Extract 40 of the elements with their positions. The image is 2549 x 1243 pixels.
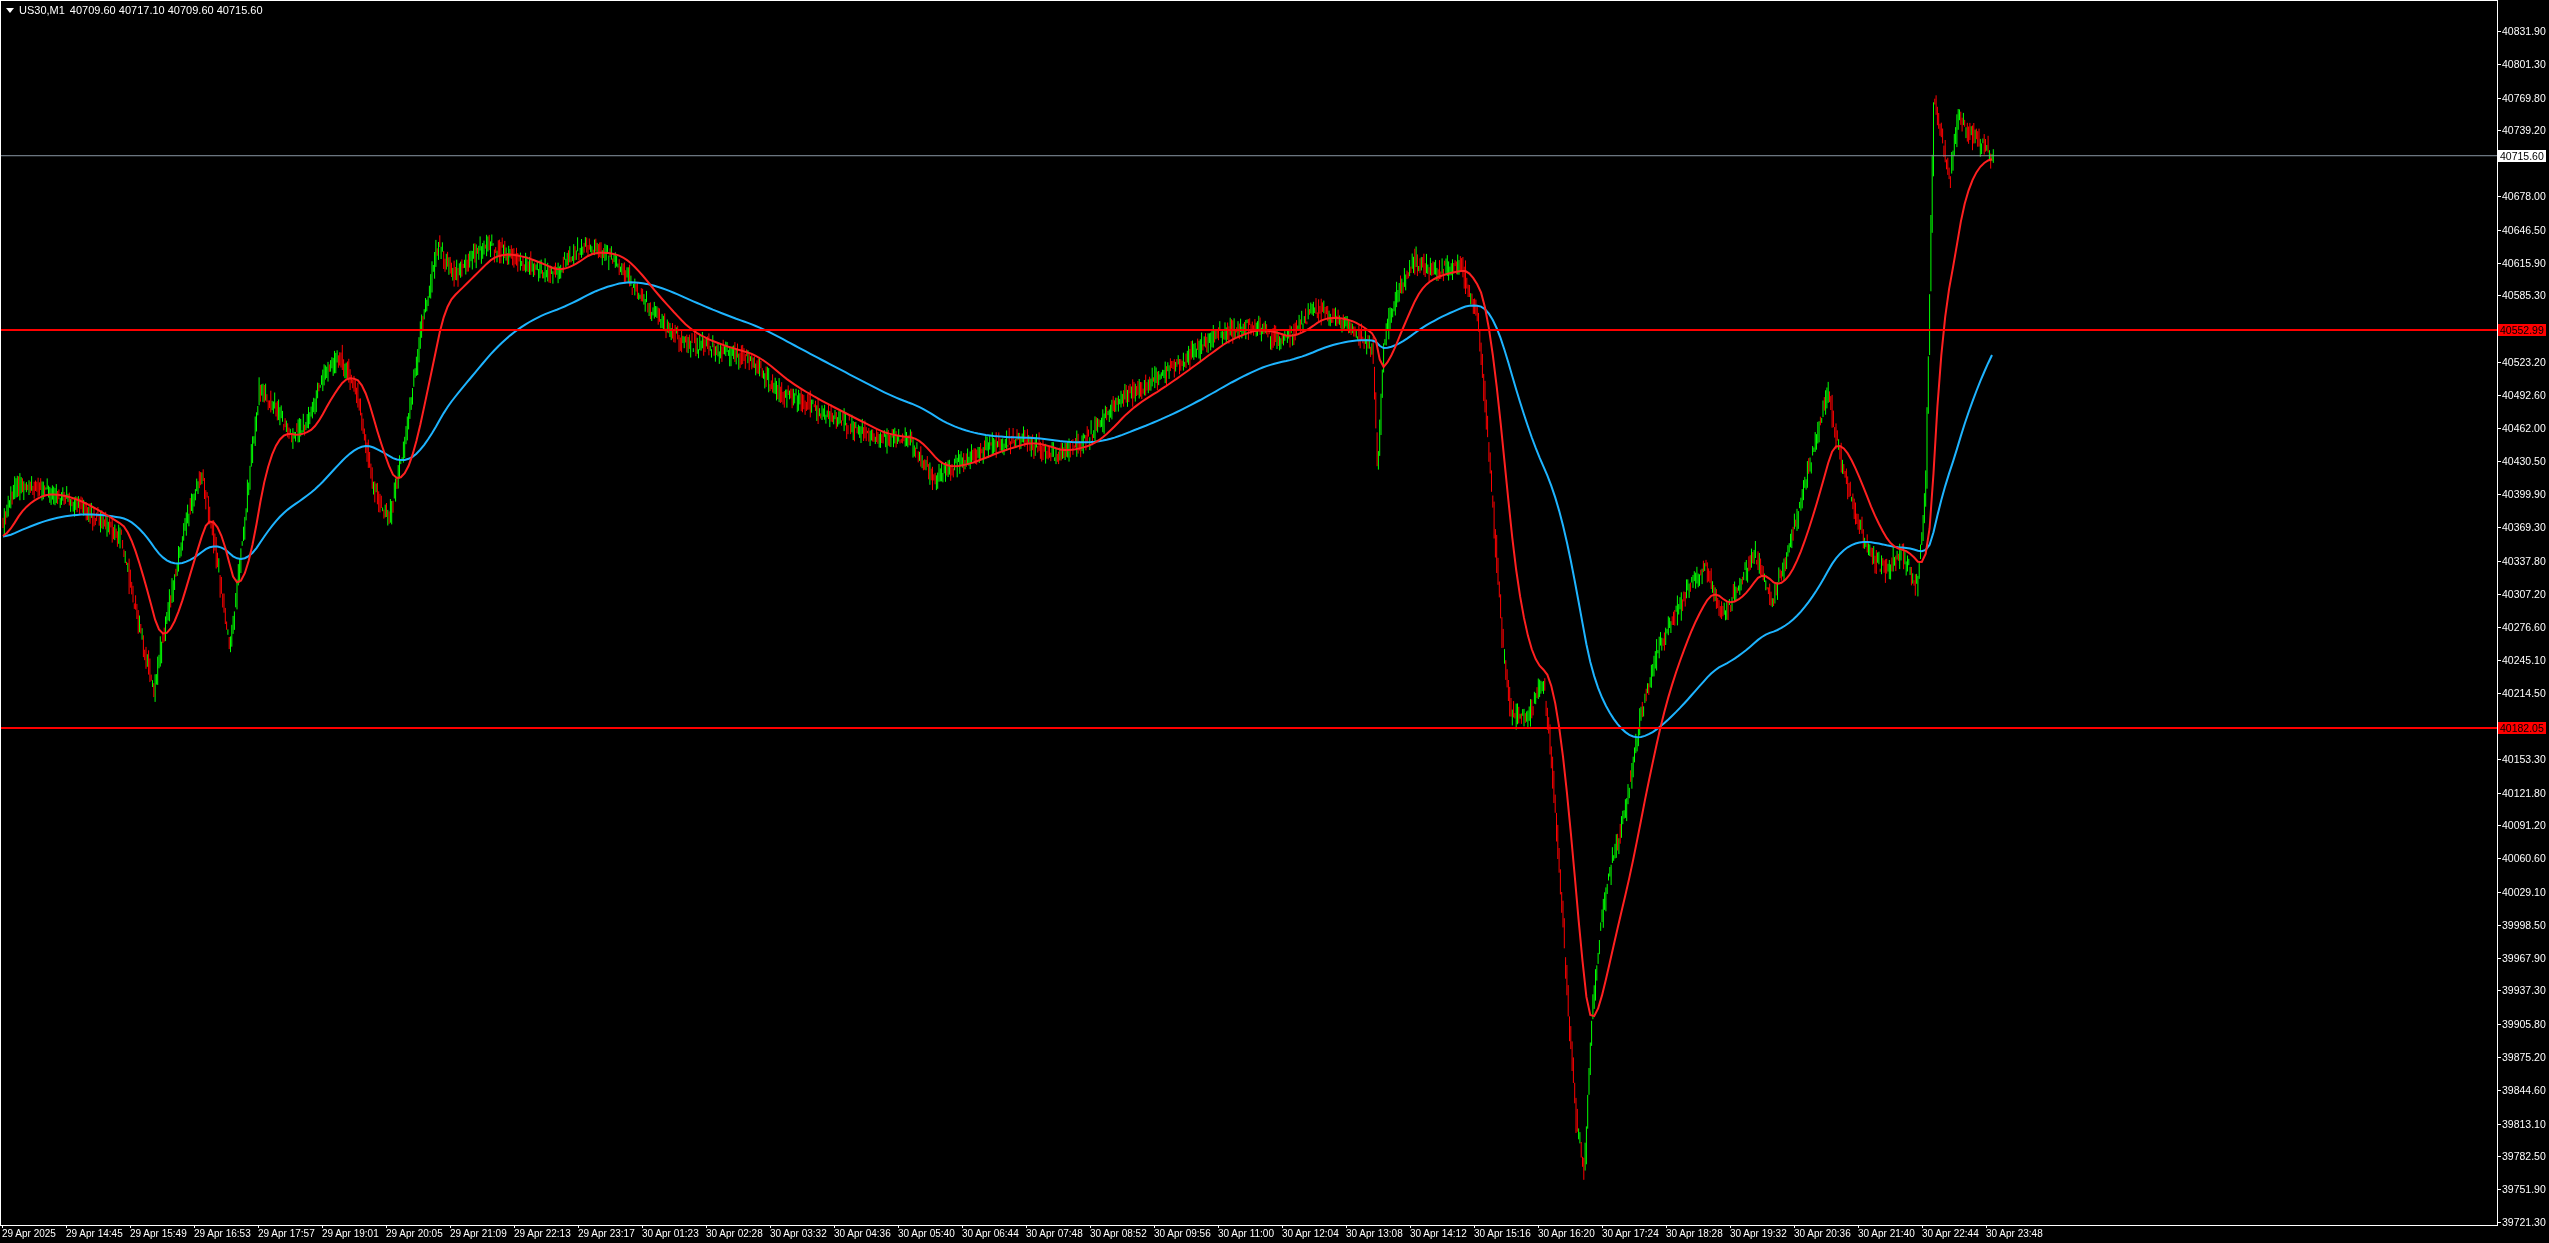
time-tick-label: 30 Apr 01:23	[642, 1228, 699, 1240]
price-label: 40182.05	[2498, 721, 2546, 734]
price-level-line[interactable]	[1, 726, 2497, 729]
time-tick-label: 30 Apr 02:28	[706, 1228, 763, 1240]
time-tick-label: 29 Apr 21:09	[450, 1228, 507, 1240]
symbol-label: US30,M1	[19, 4, 65, 16]
time-tick-label: 30 Apr 07:48	[1026, 1228, 1083, 1240]
time-tick-label: 30 Apr 21:40	[1858, 1228, 1915, 1240]
time-tick-label: 30 Apr 04:36	[834, 1228, 891, 1240]
price-label: 40715.60	[2498, 149, 2546, 162]
time-tick-label: 30 Apr 03:32	[770, 1228, 827, 1240]
time-tick-label: 29 Apr 19:01	[322, 1228, 379, 1240]
price-label: 40552.99	[2498, 324, 2546, 337]
ohlc-values: 40709.60 40717.10 40709.60 40715.60	[69, 4, 263, 16]
time-tick-label: 29 Apr 16:53	[194, 1228, 251, 1240]
time-tick-label: 30 Apr 06:44	[962, 1228, 1019, 1240]
time-tick-label: 29 Apr 15:49	[130, 1228, 187, 1240]
time-tick-label: 30 Apr 11:00	[1218, 1228, 1274, 1240]
time-tick-label: 29 Apr 17:57	[258, 1228, 315, 1240]
time-tick-label: 30 Apr 05:40	[898, 1228, 955, 1240]
time-tick-label: 30 Apr 12:04	[1282, 1228, 1339, 1240]
time-tick-label: 30 Apr 20:36	[1794, 1228, 1851, 1240]
time-tick-label: 30 Apr 23:48	[1986, 1228, 2043, 1240]
caret-icon[interactable]	[6, 7, 14, 13]
time-tick-label: 30 Apr 08:52	[1090, 1228, 1147, 1240]
time-tick-label: 30 Apr 09:56	[1154, 1228, 1211, 1240]
time-tick-label: 30 Apr 13:08	[1346, 1228, 1403, 1240]
time-tick-label: 29 Apr 20:05	[386, 1228, 443, 1240]
time-tick-label: 29 Apr 14:45	[66, 1228, 123, 1240]
time-tick-label: 29 Apr 22:13	[514, 1228, 571, 1240]
time-tick-label: 30 Apr 17:24	[1602, 1228, 1659, 1240]
time-tick-label: 30 Apr 16:20	[1538, 1228, 1595, 1240]
time-tick-label: 30 Apr 19:32	[1730, 1228, 1787, 1240]
time-tick-label: 30 Apr 22:44	[1922, 1228, 1979, 1240]
time-tick-label: 29 Apr 23:17	[578, 1228, 635, 1240]
time-tick-label: 29 Apr 2025	[2, 1228, 56, 1240]
time-tick-label: 30 Apr 18:28	[1666, 1228, 1723, 1240]
time-tick-label: 30 Apr 14:12	[1410, 1228, 1467, 1240]
time-tick-label: 30 Apr 15:16	[1474, 1228, 1531, 1240]
price-level-line[interactable]	[1, 329, 2497, 332]
